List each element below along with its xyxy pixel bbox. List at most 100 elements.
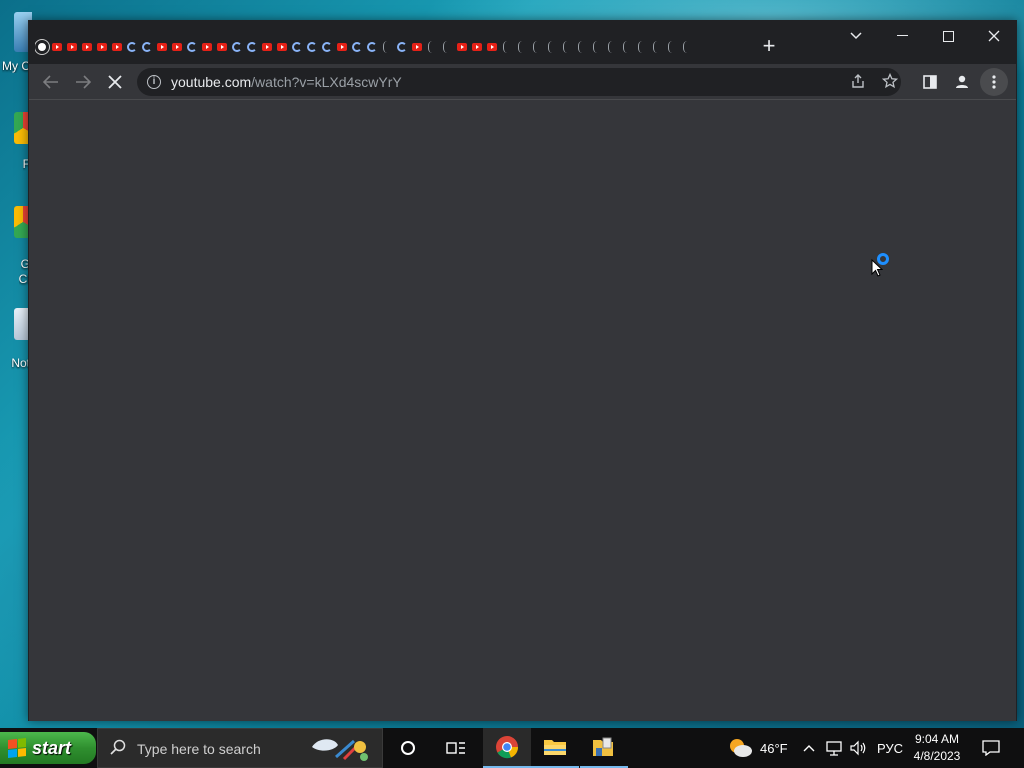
start-label: start <box>32 737 72 758</box>
browser-tab[interactable] <box>170 35 184 59</box>
browser-tab[interactable] <box>140 35 154 59</box>
share-icon <box>852 74 864 88</box>
taskbar-file-explorer-button[interactable] <box>531 728 579 768</box>
minimize-button[interactable] <box>879 21 925 51</box>
tab-loading-arc-icon <box>593 41 601 53</box>
task-view-button[interactable] <box>432 728 480 768</box>
browser-tab[interactable] <box>590 35 604 59</box>
browser-tab[interactable] <box>605 35 619 59</box>
browser-tab[interactable] <box>515 35 529 59</box>
close-button[interactable] <box>971 21 1017 51</box>
browser-tab[interactable] <box>125 35 139 59</box>
tab-loading-arc-icon <box>578 41 586 53</box>
new-tab-button[interactable]: + <box>759 35 779 57</box>
browser-tab[interactable] <box>470 35 484 59</box>
start-button[interactable]: start <box>0 732 96 764</box>
youtube-favicon-icon <box>112 43 122 51</box>
browser-tab[interactable] <box>440 35 454 59</box>
browser-tab[interactable] <box>50 35 64 59</box>
system-clock[interactable]: 9:04 AM 4/8/2023 <box>904 731 970 765</box>
task-view-icon <box>446 742 465 754</box>
stop-icon <box>108 75 122 89</box>
show-hidden-icons-button[interactable] <box>802 728 816 768</box>
browser-tab[interactable] <box>95 35 109 59</box>
volume-button[interactable] <box>849 728 867 768</box>
browser-tab[interactable] <box>545 35 559 59</box>
stop-loading-button[interactable] <box>101 68 129 96</box>
browser-tab[interactable] <box>260 35 274 59</box>
browser-tab[interactable] <box>410 35 424 59</box>
forward-button[interactable] <box>69 68 97 96</box>
share-button[interactable] <box>849 73 867 91</box>
browser-tab[interactable] <box>215 35 229 59</box>
weather-widget[interactable]: 46°F <box>726 728 788 768</box>
side-panel-button[interactable] <box>916 68 944 96</box>
site-info-icon[interactable]: i <box>147 75 161 89</box>
action-center-button[interactable] <box>982 728 1000 768</box>
tab-strip[interactable] <box>35 35 755 59</box>
youtube-favicon-icon <box>472 43 482 51</box>
network-icon <box>826 741 842 756</box>
profile-button[interactable] <box>948 68 976 96</box>
bookmark-button[interactable] <box>881 72 899 91</box>
browser-tab[interactable] <box>305 35 319 59</box>
address-bar[interactable]: i youtube.com/watch?v=kLXd4scwYrY <box>137 68 901 96</box>
loading-spinner-icon <box>367 42 377 52</box>
browser-tab[interactable] <box>620 35 634 59</box>
tab-loading-arc-icon <box>518 41 526 53</box>
cortana-button[interactable] <box>384 728 432 768</box>
youtube-favicon-icon <box>412 43 422 51</box>
browser-tab[interactable] <box>380 35 394 59</box>
menu-button[interactable] <box>980 68 1008 96</box>
browser-tab[interactable] <box>185 35 199 59</box>
maximize-button[interactable] <box>925 21 971 51</box>
taskbar-app-button[interactable] <box>580 728 628 768</box>
browser-tab[interactable] <box>335 35 349 59</box>
tab-loading-arc-icon <box>638 41 646 53</box>
browser-tab[interactable] <box>635 35 649 59</box>
browser-tab[interactable] <box>35 35 50 59</box>
browser-tab[interactable] <box>560 35 574 59</box>
url-text[interactable]: youtube.com/watch?v=kLXd4scwYrY <box>171 74 402 90</box>
browser-tab[interactable] <box>650 35 664 59</box>
page-content[interactable] <box>29 101 1016 721</box>
browser-tab[interactable] <box>290 35 304 59</box>
network-button[interactable] <box>826 728 844 768</box>
browser-tab[interactable] <box>200 35 214 59</box>
loading-spinner-icon <box>397 42 407 52</box>
browser-tab[interactable] <box>485 35 499 59</box>
chevron-up-icon <box>803 745 815 752</box>
title-bar[interactable]: + <box>29 21 1016 64</box>
browser-tab[interactable] <box>350 35 364 59</box>
loading-spinner-icon <box>127 42 137 52</box>
browser-tab[interactable] <box>665 35 679 59</box>
taskbar-chrome-button[interactable] <box>483 728 531 768</box>
taskbar-search-box[interactable]: Type here to search <box>97 728 383 768</box>
search-highlight-illustration-icon <box>312 739 368 761</box>
browser-tab[interactable] <box>230 35 244 59</box>
browser-tab[interactable] <box>395 35 409 59</box>
tab-loading-arc-icon <box>548 41 556 53</box>
speaker-icon <box>850 740 866 756</box>
browser-tab[interactable] <box>530 35 544 59</box>
folder-icon <box>544 740 566 755</box>
input-language-button[interactable]: РУС <box>877 728 903 768</box>
browser-tab[interactable] <box>110 35 124 59</box>
browser-tab[interactable] <box>275 35 289 59</box>
tab-search-button[interactable] <box>833 21 879 51</box>
browser-tab[interactable] <box>680 35 694 59</box>
browser-tab[interactable] <box>65 35 79 59</box>
browser-tab[interactable] <box>155 35 169 59</box>
back-button[interactable] <box>37 68 65 96</box>
browser-tab[interactable] <box>320 35 334 59</box>
browser-tab[interactable] <box>365 35 379 59</box>
browser-tab[interactable] <box>425 35 439 59</box>
browser-tab[interactable] <box>575 35 589 59</box>
browser-tab[interactable] <box>455 35 469 59</box>
browser-tab[interactable] <box>500 35 514 59</box>
youtube-favicon-icon <box>82 43 92 51</box>
weather-temperature: 46°F <box>760 740 788 756</box>
close-icon <box>988 30 1000 42</box>
browser-tab[interactable] <box>245 35 259 59</box>
browser-tab[interactable] <box>80 35 94 59</box>
